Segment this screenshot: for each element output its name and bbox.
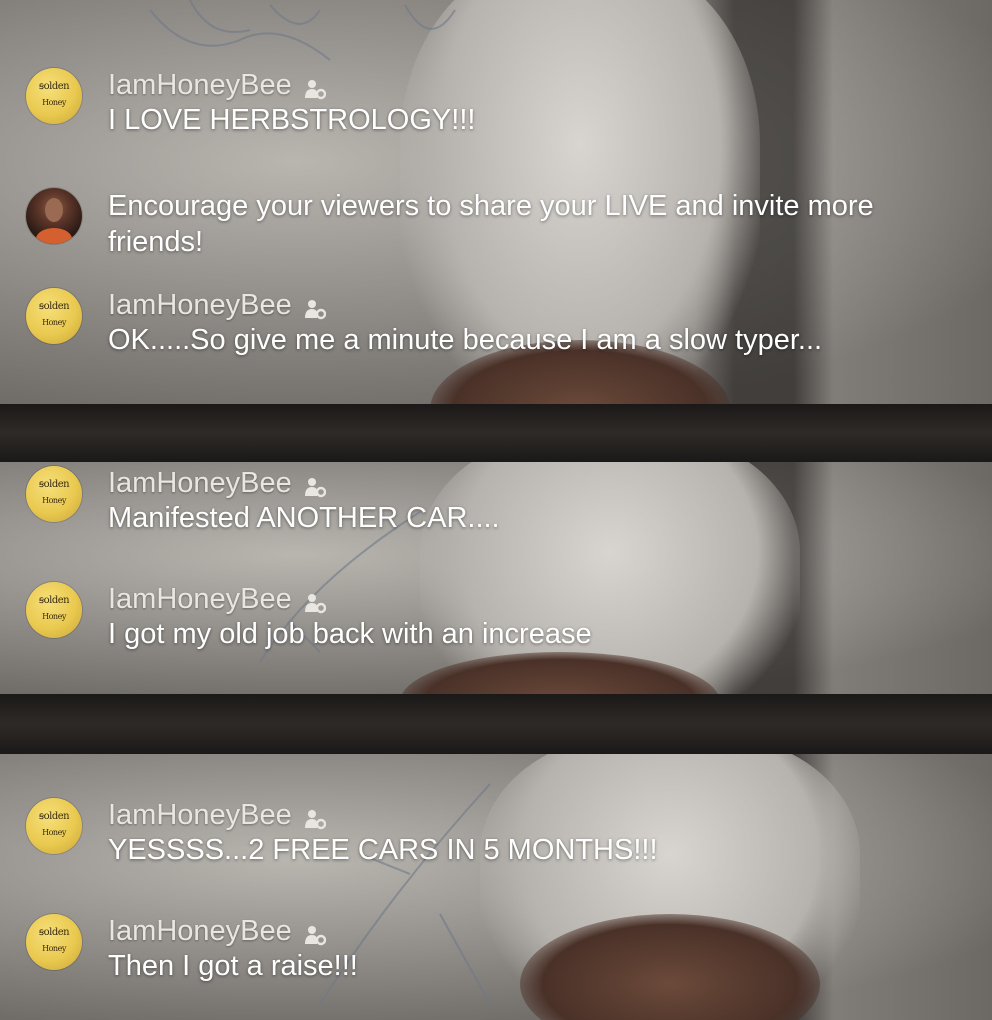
comment-row: ꞩolden Honey IamHoneyBee YESSSS...2 FREE … (26, 798, 658, 868)
screenshot-panel-3: ꞩolden Honey IamHoneyBee YESSSS...2 FREE … (0, 754, 992, 1020)
comment-message: YESSSS...2 FREE CARS IN 5 MONTHS!!! (108, 834, 658, 866)
moderator-icon (304, 920, 326, 946)
comment-row: ꞩolden Honey IamHoneyBee Manifested ANOTH… (26, 466, 500, 536)
moderator-icon (304, 74, 326, 100)
moderator-icon (304, 588, 326, 614)
golden-honey-avatar[interactable]: ꞩolden Honey (26, 288, 82, 344)
comment-message: Manifested ANOTHER CAR.... (108, 502, 500, 534)
panel-divider (0, 404, 992, 462)
comment-username[interactable]: IamHoneyBee (108, 68, 292, 102)
comment-username[interactable]: IamHoneyBee (108, 288, 292, 322)
golden-honey-avatar[interactable]: ꞩolden Honey (26, 798, 82, 854)
comment-username[interactable]: IamHoneyBee (108, 582, 292, 616)
comment-row: ꞩolden Honey IamHoneyBee I got my old job… (26, 582, 592, 652)
screenshot-panel-2: ꞩolden Honey IamHoneyBee Manifested ANOTH… (0, 462, 992, 694)
golden-honey-avatar[interactable]: ꞩolden Honey (26, 914, 82, 970)
host-photo-avatar[interactable] (26, 188, 82, 244)
comment-username[interactable]: IamHoneyBee (108, 914, 292, 948)
system-notice-row: Encourage your viewers to share your LIV… (26, 188, 938, 260)
golden-honey-avatar[interactable]: ꞩolden Honey (26, 68, 82, 124)
panel-divider (0, 694, 992, 754)
comment-username[interactable]: IamHoneyBee (108, 466, 292, 500)
moderator-icon (304, 804, 326, 830)
comment-message: OK.....So give me a minute because I am … (108, 324, 823, 356)
comment-message: Then I got a raise!!! (108, 950, 358, 982)
golden-honey-avatar[interactable]: ꞩolden Honey (26, 582, 82, 638)
comment-message: I got my old job back with an increase (108, 618, 592, 650)
system-notice-message: Encourage your viewers to share your LIV… (108, 190, 874, 258)
comment-row: ꞩolden Honey IamHoneyBee Then I got a rai… (26, 914, 358, 984)
comment-row: ꞩolden Honey IamHoneyBee OK.....So give m… (26, 288, 822, 358)
butterfly-sketch-2 (404, 4, 456, 30)
screenshot-panel-1: ꞩolden Honey IamHoneyBee I LOVE HERBSTROL… (0, 0, 992, 404)
comment-row: ꞩolden Honey IamHoneyBee I LOVE HERBSTROL… (26, 68, 475, 138)
moderator-icon (304, 472, 326, 498)
golden-honey-avatar[interactable]: ꞩolden Honey (26, 466, 82, 522)
comment-message: I LOVE HERBSTROLOGY!!! (108, 104, 476, 136)
moderator-icon (304, 294, 326, 320)
comment-username[interactable]: IamHoneyBee (108, 798, 292, 832)
